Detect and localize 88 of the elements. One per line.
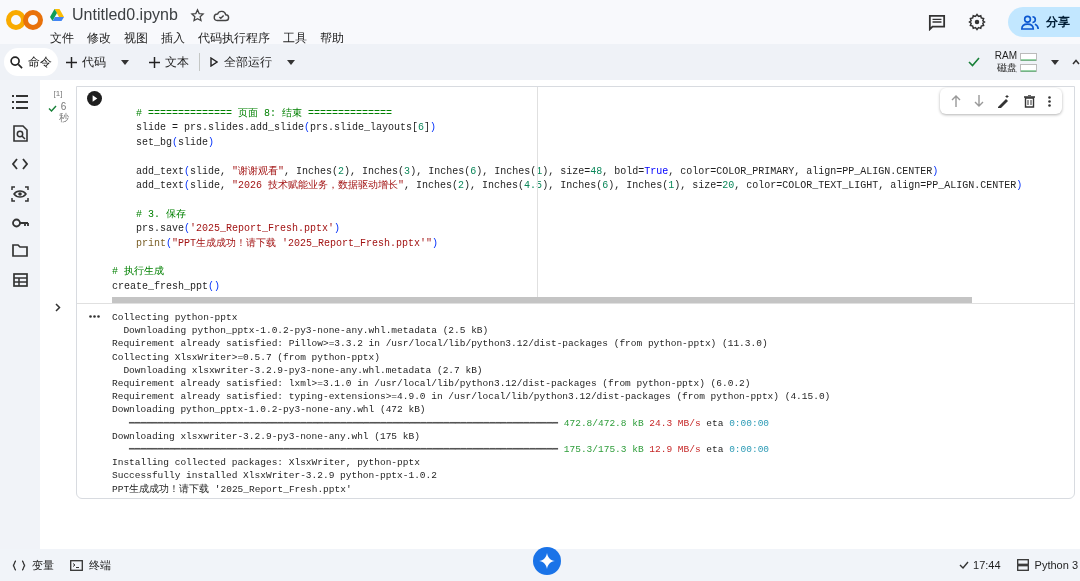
menu-item[interactable]: 代码执行程序 (198, 29, 270, 47)
command-label: 命令 (28, 54, 52, 71)
add-code-label: 代码 (82, 54, 106, 71)
check-icon (47, 105, 57, 112)
folder-icon[interactable] (12, 244, 28, 257)
output-line: PPT生成成功！请下载 '2025_Report_Fresh.pptx' (112, 482, 353, 496)
table-of-contents-icon[interactable] (12, 95, 28, 109)
check-icon (959, 561, 970, 569)
code-line: slide = prs.slides.add_slide(prs.slide_layouts[6]) (135, 121, 438, 136)
caret-icon[interactable] (1051, 59, 1059, 65)
find-icon[interactable] (12, 125, 28, 142)
more-icon[interactable] (1048, 95, 1052, 107)
output-line: Requirement already satisfied: lxml>=3.1.0 in /usr/local/lib/python3.12/dist-packages (from python-pptx) (6.0.2) (112, 377, 752, 391)
terminal-button[interactable]: 终端 (70, 556, 111, 574)
check-icon (967, 57, 980, 67)
output-line: Collecting python-pptx (112, 311, 239, 325)
run-time: 6 (60, 101, 67, 112)
code-line: # 执行生成 (112, 265, 165, 280)
add-code-button[interactable]: 代码 (64, 53, 108, 71)
server-icon (1016, 559, 1029, 571)
terminal-icon (70, 559, 83, 571)
output-line: ━━━━━━━━━━━━━━━━━━━━━━━━━━━━━━━━━━━━━━━━━━━━━━━━━━━━━━━━━━━━━━━━━━━━━━━━━━━ 472.8/472.8 kB 24.3 MB/s eta 0:00:00 (128, 416, 771, 430)
edit-sparkle-icon[interactable] (997, 94, 1011, 108)
menu-item[interactable]: 插入 (161, 29, 185, 47)
output-line: Downloading xlsxwriter-3.2.9-py3-none-any.whl (175 kB) (112, 429, 421, 444)
add-text-label: 文本 (165, 54, 189, 71)
variables-button[interactable]: 变量 (12, 556, 54, 574)
menu-item[interactable]: 修改 (87, 29, 111, 47)
chevron-right-icon[interactable] (55, 303, 61, 312)
output-line: ━━━━━━━━━━━━━━━━━━━━━━━━━━━━━━━━━━━━━━━━━━━━━━━━━━━━━━━━━━━━━━━━━━━━━━━━━━━ 175.3/175.3 kB 12.9 MB/s eta 0:00:00 (128, 443, 771, 457)
command-search-button[interactable]: 命令 (4, 48, 58, 76)
output-line: Installing collected packages: XlsxWriter, python-pptx (112, 456, 421, 470)
settings-icon[interactable] (968, 13, 986, 31)
code-line: # 3. 保存 (135, 207, 187, 222)
run-cell-button[interactable] (87, 91, 102, 106)
drive-icon (50, 9, 64, 21)
share-button[interactable]: 分享 (1008, 7, 1080, 37)
output-menu-icon[interactable] (89, 315, 100, 318)
output-line: Successfully installed XlsxWriter-3.2.9 python-pptx-1.0.2 (112, 469, 438, 483)
code-line: print("PPT生成成功！请下载 '2025_Report_Fresh.pptx'") (135, 236, 440, 251)
runtime-button[interactable]: Python 3 (1016, 556, 1078, 574)
output-line: Downloading python_pptx-1.0.2-py3-none-any.whl (472 kB) (112, 403, 427, 417)
menu-item[interactable]: 帮助 (320, 29, 344, 47)
ram-label: RAM (994, 50, 1017, 62)
disk-meter-icon (1020, 63, 1037, 72)
output-line: Downloading python_pptx-1.0.2-py3-none-any.whl.metadata (2.5 kB) (122, 324, 490, 338)
delete-icon[interactable] (1023, 94, 1035, 108)
caret-icon[interactable] (287, 59, 295, 65)
gemini-button[interactable] (533, 547, 561, 575)
code-line: set_bg(slide) (135, 135, 216, 150)
add-text-button[interactable]: 文本 (147, 53, 191, 71)
disk-label: 磁盘 (997, 62, 1017, 74)
logo-icon (6, 9, 44, 31)
output-line: Requirement already satisfied: Pillow>=3.3.2 in /usr/local/lib/python3.12/dist-packages (from python-pptx) (11.3.0) (112, 337, 769, 351)
execution-count: [1] (53, 88, 63, 100)
search-icon (10, 55, 23, 69)
output-line: Downloading xlsxwriter-3.2.9-py3-none-any.whl.metadata (2.7 kB) (122, 363, 484, 377)
code-line: create_fresh_ppt() (112, 279, 222, 294)
run-status-time: 17:44 (973, 557, 1001, 573)
code-line: # ============== 页面 8: 结束 ============== (135, 107, 394, 121)
plus-icon (149, 56, 160, 68)
output-line: Collecting XlsxWriter>=0.5.7 (from python-pptx) (112, 350, 381, 364)
ram-meter-icon (1020, 52, 1037, 61)
eye-icon[interactable] (11, 186, 29, 202)
notebook-title[interactable]: Untitled0.ipynb (72, 3, 178, 27)
star-icon[interactable] (189, 7, 205, 23)
braces-icon (12, 559, 26, 571)
code-icon[interactable] (12, 158, 28, 170)
run-time-unit: 秒 (58, 112, 69, 123)
resource-meter[interactable]: RAM 磁盘 (994, 50, 1037, 74)
run-all-button[interactable]: 全部运行 (208, 53, 274, 71)
horizontal-scrollbar[interactable] (112, 297, 972, 303)
chevron-up-icon[interactable] (1072, 59, 1080, 65)
table-icon[interactable] (12, 273, 28, 287)
arrow-down-icon[interactable] (974, 95, 985, 107)
output-line: Requirement already satisfied: typing-extensions>=4.9.0 in /usr/local/lib/python3.12/dist-packages (from python-pptx) (4.15.0) (112, 390, 831, 404)
run-all-label: 全部运行 (224, 54, 272, 71)
play-icon (210, 57, 218, 67)
menu-item[interactable]: 视图 (124, 29, 148, 47)
caret-icon[interactable] (121, 59, 129, 65)
key-icon[interactable] (11, 218, 29, 228)
code-line: prs.save('2025_Report_Fresh.pptx') (135, 222, 342, 237)
comment-icon[interactable] (928, 13, 946, 31)
plus-icon (66, 56, 77, 68)
menu-item[interactable]: 文件 (50, 29, 74, 47)
arrow-up-icon[interactable] (950, 95, 961, 107)
menu-item[interactable]: 工具 (283, 29, 307, 47)
people-icon (1021, 14, 1039, 30)
